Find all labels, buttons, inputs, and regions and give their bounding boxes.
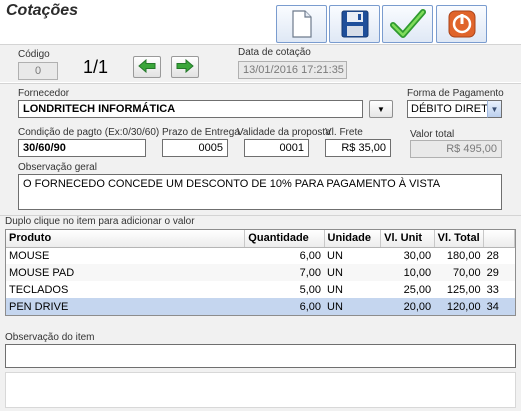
supplier-dropdown-button[interactable]: ▼ [369,100,393,118]
cell-quantity: 6,00 [244,298,325,315]
column-header-total[interactable]: Vl. Total [434,230,485,248]
cell-unit: UN [324,264,381,281]
notes-label: Observação geral [18,162,97,173]
column-header-product[interactable]: Produto [6,230,246,248]
item-notes-label: Observação do item [5,332,95,343]
power-icon [447,9,477,39]
cell-quantity: 6,00 [299,249,322,262]
column-header-id[interactable] [483,230,515,248]
arrow-left-icon [138,58,156,76]
column-header-quantity[interactable]: Quantidade [244,230,325,248]
save-button[interactable] [329,5,380,43]
cell-product: PEN DRIVE [6,298,245,315]
payment-method-dropdown[interactable]: ▼ [487,100,502,118]
payment-terms-field[interactable]: 30/60/90 [18,139,146,157]
table-header-row: Produto Quantidade Unidade Vl. Unit Vl. … [6,230,515,248]
date-field: 13/01/2016 17:21:35 [238,61,347,79]
table-row-selected[interactable]: PEN DRIVE 6,00 UN 20,00 120,00 34 [6,298,515,315]
cell-unit-price: 20,00 [380,298,435,315]
code-label: Código [18,49,50,60]
cell-total: 125,00 [446,283,481,296]
cell-unit-price: 30,00 [403,249,432,262]
confirm-button[interactable] [382,5,433,43]
freight-field[interactable]: R$ 35,00 [325,139,391,157]
document-icon [291,10,313,38]
freight-label: Vl. Frete [325,127,363,138]
payment-terms-label: Condição de pagto (Ex:0/30/60) [18,127,160,138]
notes-field[interactable]: O FORNECEDO CONCEDE UM DESCONTO DE 10% P… [18,174,502,210]
new-button[interactable] [276,5,327,43]
column-header-unit[interactable]: Unidade [324,230,382,248]
table-row[interactable]: TECLADOS 5,00 UN 25,00 125,00 33 [6,281,515,298]
item-notes-field[interactable] [5,344,516,368]
total-label: Valor total [410,129,455,140]
items-hint: Duplo clique no item para adicionar o va… [5,216,195,227]
cell-unit: UN [327,283,343,296]
cell-unit-price: 10,00 [380,264,435,281]
bottom-area [5,372,516,408]
cell-unit: UN [327,249,343,262]
checkmark-icon [389,9,426,39]
cell-id: 33 [486,283,499,296]
total-field: R$ 495,00 [410,140,502,158]
validity-field[interactable]: 0001 [244,139,309,157]
floppy-disk-icon [340,9,370,39]
page-title: Cotações [6,2,79,19]
chevron-down-icon: ▼ [377,104,385,114]
cell-id: 34 [483,298,515,315]
delivery-label: Prazo de Entrega [162,127,240,138]
record-pager: 1/1 [83,57,109,77]
cell-unit-price: 25,00 [403,283,432,296]
chevron-down-icon: ▼ [490,104,499,114]
next-button[interactable] [171,56,199,78]
cell-unit: UN [324,298,381,315]
supplier-label: Fornecedor [18,88,70,99]
table-row[interactable]: MOUSE 6,00 UN 30,00 180,00 28 [6,247,515,264]
cell-id: 28 [486,249,499,262]
code-field: 0 [18,62,58,80]
arrow-right-icon [176,58,194,76]
cell-total: 120,00 [434,298,484,315]
cell-product: TECLADOS [9,283,69,296]
table-row[interactable]: MOUSE PAD 7,00 UN 10,00 70,00 29 [6,264,515,281]
column-header-unit-price[interactable]: Vl. Unit [380,230,435,248]
supplier-field[interactable]: LONDRITECH INFORMÁTICA [18,100,363,118]
cell-id: 29 [483,264,515,281]
cell-product: MOUSE [9,249,50,262]
items-table[interactable]: Produto Quantidade Unidade Vl. Unit Vl. … [5,229,516,316]
cell-quantity: 5,00 [299,283,322,296]
date-label: Data de cotação [238,47,311,58]
cell-quantity: 7,00 [244,264,325,281]
payment-method-label: Forma de Pagamento [407,88,504,99]
validity-label: Validade da proposta [237,127,331,138]
cell-total: 70,00 [434,264,484,281]
exit-button[interactable] [436,5,487,43]
cell-total: 180,00 [446,249,481,262]
previous-button[interactable] [133,56,161,78]
cell-product: MOUSE PAD [6,264,245,281]
delivery-field[interactable]: 0005 [162,139,228,157]
